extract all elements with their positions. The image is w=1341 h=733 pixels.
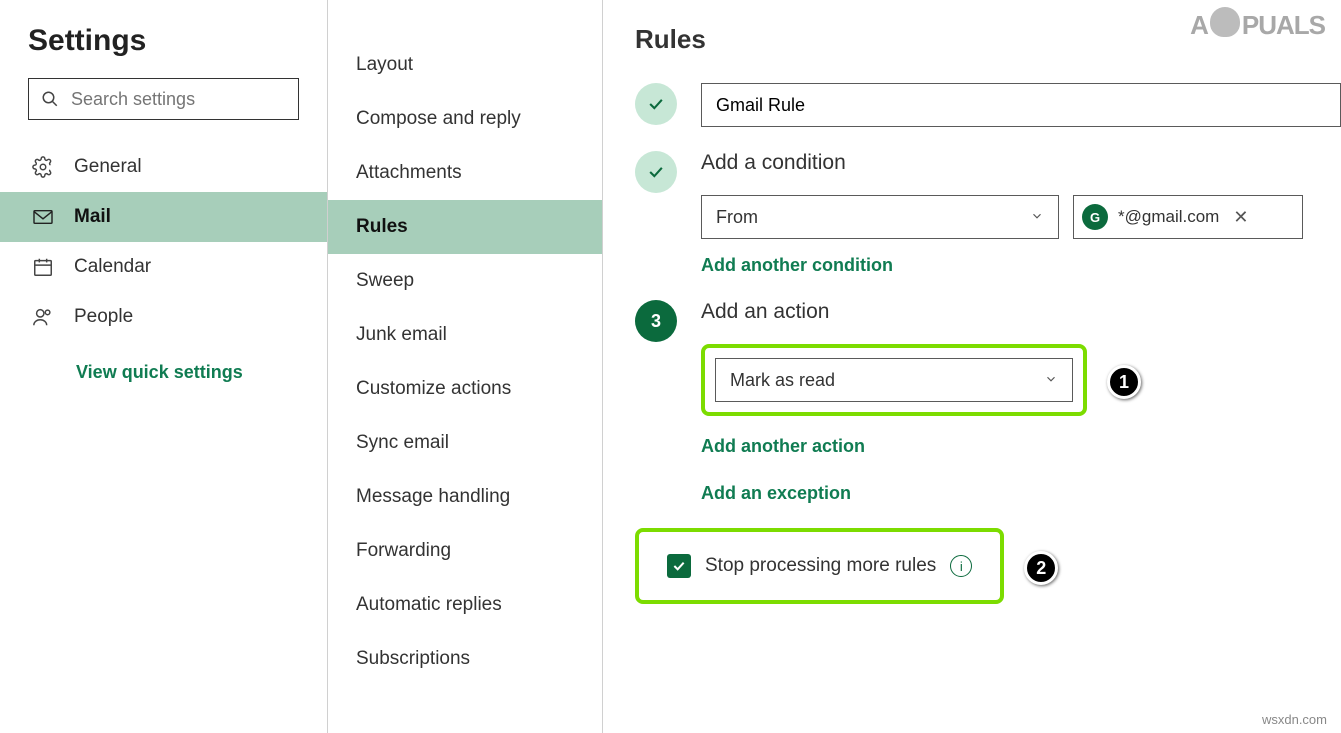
nav-item-mail[interactable]: Mail [0, 192, 327, 242]
rule-name-input[interactable] [701, 83, 1341, 127]
nav-label: Mail [74, 206, 111, 228]
submenu-message-handling[interactable]: Message handling [328, 470, 602, 524]
search-icon [41, 90, 59, 108]
search-settings-field[interactable] [28, 78, 299, 120]
submenu-forwarding[interactable]: Forwarding [328, 524, 602, 578]
submenu-sweep[interactable]: Sweep [328, 254, 602, 308]
mail-icon [32, 208, 54, 226]
remove-tag-icon[interactable]: ✕ [1229, 207, 1252, 228]
submenu-junk-email[interactable]: Junk email [328, 308, 602, 362]
add-another-action-link[interactable]: Add another action [701, 436, 865, 457]
mail-submenu: Layout Compose and reply Attachments Rul… [328, 0, 603, 733]
gear-icon [32, 156, 54, 178]
dropdown-value: From [716, 207, 758, 228]
submenu-sync-email[interactable]: Sync email [328, 416, 602, 470]
search-settings-input[interactable] [71, 89, 303, 110]
condition-predicate-dropdown[interactable]: From [701, 195, 1059, 239]
rule-name-row [635, 83, 1341, 127]
submenu-rules[interactable]: Rules [328, 200, 602, 254]
tag-value: *@gmail.com [1118, 207, 1219, 227]
submenu-attachments[interactable]: Attachments [328, 146, 602, 200]
submenu-subscriptions[interactable]: Subscriptions [328, 632, 602, 686]
settings-title: Settings [0, 24, 327, 78]
nav-label: People [74, 306, 133, 328]
add-another-condition-link[interactable]: Add another condition [701, 255, 893, 276]
annotation-highlight-1: Mark as read [701, 344, 1087, 416]
nav-item-calendar[interactable]: Calendar [0, 242, 327, 292]
site-watermark: wsxdn.com [1262, 712, 1327, 727]
brand-watermark: A PUALS [1190, 10, 1325, 41]
annotation-highlight-2: Stop processing more rules i [635, 528, 1004, 604]
tag-avatar: G [1082, 204, 1108, 230]
settings-primary-nav: Settings General Mail Calendar [0, 0, 328, 733]
submenu-layout[interactable]: Layout [328, 38, 602, 92]
people-icon [32, 306, 54, 328]
dropdown-value: Mark as read [730, 370, 835, 391]
stop-processing-checkbox[interactable]: Stop processing more rules i [649, 542, 990, 590]
nav-label: General [74, 156, 142, 178]
step-number-badge: 3 [635, 300, 677, 342]
view-quick-settings-link[interactable]: View quick settings [0, 342, 327, 403]
submenu-customize-actions[interactable]: Customize actions [328, 362, 602, 416]
condition-heading: Add a condition [701, 151, 1341, 175]
action-dropdown[interactable]: Mark as read [715, 358, 1073, 402]
checkbox-label: Stop processing more rules [705, 555, 936, 577]
rules-panel: Rules Add a condition From [603, 0, 1341, 733]
chevron-down-icon [1030, 207, 1044, 228]
calendar-icon [32, 256, 54, 278]
annotation-badge-2: 2 [1024, 551, 1058, 585]
condition-value-field[interactable]: G *@gmail.com ✕ [1073, 195, 1303, 239]
add-exception-link[interactable]: Add an exception [701, 483, 851, 504]
nav-item-general[interactable]: General [0, 142, 327, 192]
annotation-badge-1: 1 [1107, 365, 1141, 399]
nav-label: Calendar [74, 256, 151, 278]
action-row: 3 Add an action Mark as read 1 Add anoth [635, 300, 1341, 504]
step-done-icon [635, 83, 677, 125]
nav-item-people[interactable]: People [0, 292, 327, 342]
step-done-icon [635, 151, 677, 193]
info-icon[interactable]: i [950, 555, 972, 577]
submenu-compose-reply[interactable]: Compose and reply [328, 92, 602, 146]
condition-row: Add a condition From G *@gmail.com ✕ Add [635, 151, 1341, 276]
chevron-down-icon [1044, 370, 1058, 391]
mascot-icon [1210, 7, 1240, 37]
action-heading: Add an action [701, 300, 1341, 324]
submenu-automatic-replies[interactable]: Automatic replies [328, 578, 602, 632]
checkbox-checked-icon [667, 554, 691, 578]
